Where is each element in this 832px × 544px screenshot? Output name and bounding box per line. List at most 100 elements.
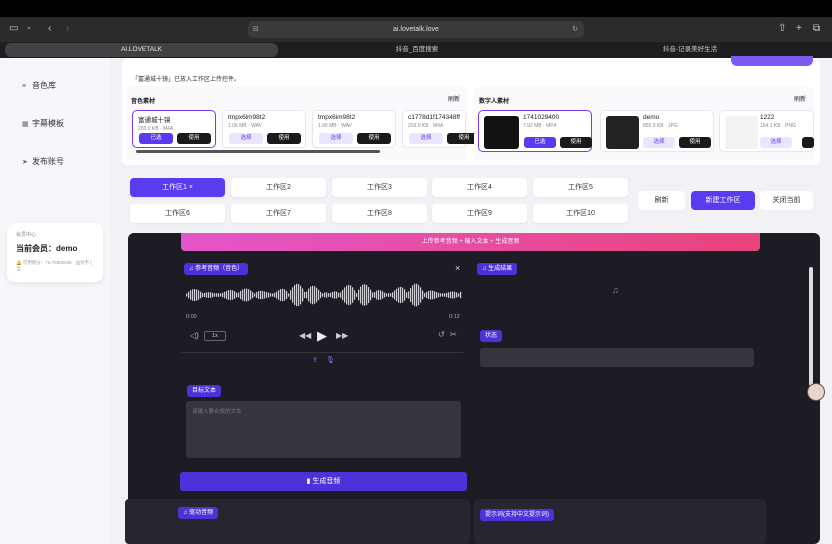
waveform-bar xyxy=(274,292,276,298)
waveform-bar xyxy=(426,291,428,299)
tab-workspace-5[interactable]: 工作区5 xyxy=(533,178,628,197)
voice-chip[interactable]: tmpx6im98t2 1.06 MB · WAV 选择 使用 xyxy=(222,110,306,148)
back-icon[interactable]: ‹ xyxy=(48,23,51,34)
tab-workspace-8[interactable]: 工作区8 xyxy=(332,204,427,223)
target-text-input[interactable]: 请输入要合成的文本 xyxy=(186,401,461,458)
tab-workspace-9[interactable]: 工作区9 xyxy=(432,204,527,223)
tab-workspace-4[interactable]: 工作区4 xyxy=(432,178,527,197)
horizontal-scrollbar[interactable] xyxy=(136,150,380,153)
select-button[interactable]: 选择 xyxy=(409,133,443,144)
select-button[interactable]: 已选 xyxy=(139,133,173,144)
waveform-bar xyxy=(276,291,278,299)
waveform-bar xyxy=(390,293,392,297)
human-refresh-button[interactable]: 刷新 xyxy=(794,94,806,103)
tab-ailovetalk[interactable]: AI.LOVETALK xyxy=(5,43,278,57)
tab-baidu[interactable]: 抖音_百度搜索 xyxy=(282,43,552,57)
select-button[interactable]: 已选 xyxy=(524,137,556,148)
address-bar[interactable]: ⊟ ai.lovetalk.love ↻ xyxy=(248,21,584,38)
chip-name: 富通城十镜 xyxy=(138,117,171,124)
waveform-bar xyxy=(198,290,200,300)
human-chip[interactable]: 1741029400 7.92 MB · MP4 已选 使用 xyxy=(478,110,592,152)
select-button[interactable]: 选择 xyxy=(760,137,792,148)
tab-overview-icon[interactable]: ⧉ xyxy=(813,23,820,34)
use-button[interactable]: 使用 xyxy=(267,133,301,144)
status-box xyxy=(480,348,754,367)
waveform-bar xyxy=(248,289,250,301)
sidebar-item-label: 字幕模板 xyxy=(32,119,64,128)
use-button[interactable]: 使用 xyxy=(560,137,592,148)
vertical-scrollbar[interactable] xyxy=(809,267,813,386)
tab-workspace-6[interactable]: 工作区6 xyxy=(130,204,225,223)
human-chip[interactable]: 1222 164.1 KB · PNG 选择 xyxy=(719,110,814,152)
waveform-bar xyxy=(386,293,388,297)
use-button[interactable]: 使用 xyxy=(357,133,391,144)
tab-workspace-2[interactable]: 工作区2 xyxy=(231,178,326,197)
waveform-bar xyxy=(218,293,220,297)
use-button[interactable]: 使用 xyxy=(177,133,211,144)
waveform-bar xyxy=(378,290,380,300)
waveform-bar xyxy=(270,293,272,297)
microphone-icon[interactable]: 🎙 xyxy=(326,356,335,364)
use-button[interactable] xyxy=(802,137,814,148)
select-button[interactable]: 选择 xyxy=(319,133,353,144)
chip-name: 1741029400 xyxy=(523,114,560,121)
tab-bar: AI.LOVETALK 抖音_百度搜索 抖音-记录美好生活 xyxy=(0,42,832,58)
waveform-bar xyxy=(284,289,286,301)
sidebar-toggle-icon[interactable]: ▭ xyxy=(9,23,18,34)
chevron-down-icon[interactable]: ⌄ xyxy=(26,23,32,31)
forward-icon[interactable]: › xyxy=(66,23,69,34)
waveform-bar xyxy=(328,293,330,297)
waveform-bar xyxy=(428,290,430,300)
volume-icon[interactable]: ◁) xyxy=(190,331,199,340)
tab-douyin[interactable]: 抖音-记录美好生活 xyxy=(555,43,825,57)
page-settings-icon[interactable]: ⊟ xyxy=(253,21,259,38)
waveform-bar xyxy=(210,292,212,298)
tab-workspace-7[interactable]: 工作区7 xyxy=(231,204,326,223)
close-workspace-button[interactable]: 关闭当前 xyxy=(760,191,813,210)
avatar[interactable] xyxy=(807,383,825,401)
tab-workspace-3[interactable]: 工作区3 xyxy=(332,178,427,197)
audio-waveform[interactable] xyxy=(186,283,462,307)
select-button[interactable]: 选择 xyxy=(229,133,263,144)
chip-meta: 855.9 KB · JPG xyxy=(643,123,678,129)
scissors-icon[interactable]: ✂ xyxy=(450,330,457,339)
waveform-bar xyxy=(250,290,252,300)
voice-refresh-button[interactable]: 刷新 xyxy=(448,94,460,103)
voice-chip[interactable]: tmpx6im98t2 1.06 MB · WAV 选择 使用 xyxy=(312,110,396,148)
waveform-bar xyxy=(296,283,298,307)
waveform-bar xyxy=(244,288,246,302)
play-icon[interactable]: ▶ xyxy=(317,328,327,344)
use-button[interactable]: 使用 xyxy=(679,137,711,148)
generate-audio-button[interactable]: ▮ 生成音频 xyxy=(180,472,467,491)
select-button[interactable]: 选择 xyxy=(643,137,675,148)
waveform-bar xyxy=(254,293,256,297)
materials-panel: 「富通城十镜」已放入工作区上传控件。 音色素材 刷新 富通城十镜 203.0 KB… xyxy=(122,56,820,165)
fast-forward-icon[interactable]: ▶▶ xyxy=(336,331,348,340)
refresh-button[interactable]: 刷新 xyxy=(638,191,685,210)
new-tab-icon[interactable]: + xyxy=(796,23,802,34)
sidebar-item-voices[interactable]: ≡ 音色库 xyxy=(22,80,56,91)
human-section-title: 数字人素材 xyxy=(479,99,510,105)
new-workspace-button[interactable]: 新建工作区 xyxy=(691,191,755,210)
waveform-bar xyxy=(416,283,418,307)
waveform-bar xyxy=(368,287,370,303)
generate-label: 生成音频 xyxy=(312,478,341,485)
waveform-bar xyxy=(394,290,396,300)
waveform-bar xyxy=(204,292,206,298)
human-chip[interactable]: demo 855.9 KB · JPG 选择 使用 xyxy=(600,110,714,152)
tab-workspace-10[interactable]: 工作区10 xyxy=(533,204,628,223)
share-icon[interactable]: ⇧ xyxy=(778,23,786,34)
reload-icon[interactable]: ↻ xyxy=(572,21,578,38)
upload-icon[interactable]: ⇪ xyxy=(312,356,318,364)
voice-chip[interactable]: 富通城十镜 203.0 KB · M4A 已选 使用 xyxy=(132,110,216,148)
sidebar-item-subtitles[interactable]: ▦ 字幕模板 xyxy=(22,118,64,129)
rewind-icon[interactable]: ◀◀ xyxy=(299,331,311,340)
waveform-bar xyxy=(206,292,208,298)
sidebar-item-publish[interactable]: ➤ 发布账号 xyxy=(22,156,64,167)
tab-workspace-1[interactable]: 工作区1 × xyxy=(130,178,225,197)
voice-chip[interactable]: c1778d1f174348ff 203.0 KB · M4A 选择 使用 xyxy=(402,110,481,148)
close-icon[interactable]: × xyxy=(455,263,460,273)
speed-button[interactable]: 1x xyxy=(204,331,226,341)
waveform-bar xyxy=(348,284,350,306)
undo-icon[interactable]: ↺ xyxy=(438,330,445,339)
